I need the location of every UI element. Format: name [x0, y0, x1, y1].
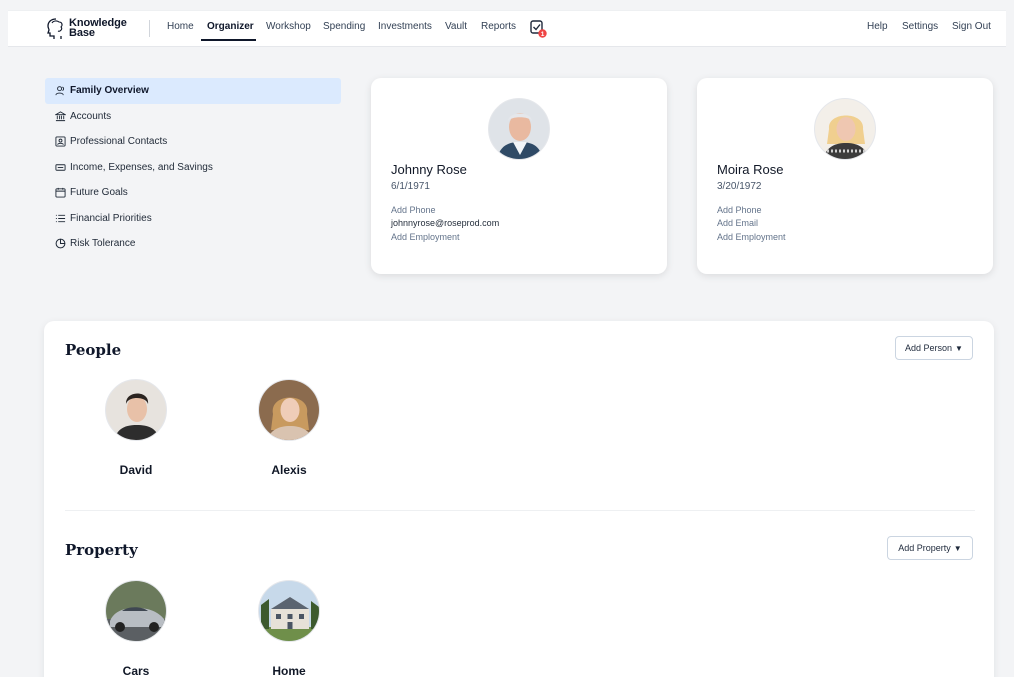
organizer-sidebar: Family Overview Accounts Professional Co… — [45, 78, 341, 257]
add-email-link[interactable]: Add Email — [717, 218, 758, 228]
property-image-cars[interactable] — [105, 580, 167, 642]
chevron-down-icon: ▼ — [955, 343, 963, 353]
contact-card-icon — [55, 136, 66, 147]
nav-settings[interactable]: Settings — [902, 21, 938, 32]
sidebar-item-future-goals[interactable]: Future Goals — [45, 180, 341, 206]
member-card-primary[interactable]: Johnny Rose 6/1/1971 Add Phone johnnyros… — [371, 78, 667, 274]
section-divider — [65, 510, 975, 511]
add-employment-link[interactable]: Add Employment — [391, 232, 460, 242]
member-name: Johnny Rose — [391, 162, 467, 177]
list-icon — [55, 214, 66, 222]
property-name-cars[interactable]: Cars — [76, 664, 196, 677]
property-name-home[interactable]: Home — [229, 664, 349, 677]
logo[interactable]: Knowledge Base — [46, 17, 146, 41]
pie-chart-icon — [55, 238, 66, 249]
top-navigation-bar: Knowledge Base Home Organizer Workshop S… — [8, 10, 1006, 47]
portrait-image — [106, 380, 166, 440]
house-photo — [259, 581, 319, 641]
add-phone-link[interactable]: Add Phone — [391, 205, 436, 215]
sidebar-item-label: Accounts — [70, 110, 112, 122]
sidebar-item-label: Future Goals — [70, 187, 128, 199]
nav-vault[interactable]: Vault — [445, 21, 467, 32]
add-person-label: Add Person — [905, 343, 953, 353]
car-photo — [106, 581, 166, 641]
people-section-title: People — [65, 341, 122, 359]
nav-divider — [149, 20, 150, 37]
sidebar-item-label: Family Overview — [70, 85, 149, 97]
avatar — [814, 98, 876, 160]
add-phone-link[interactable]: Add Phone — [717, 205, 762, 215]
nav-home[interactable]: Home — [167, 21, 194, 32]
property-image-home[interactable] — [258, 580, 320, 642]
nav-sign-out[interactable]: Sign Out — [952, 21, 991, 32]
person-avatar-alexis[interactable] — [258, 379, 320, 441]
active-tab-underline — [201, 39, 256, 41]
avatar — [488, 98, 550, 160]
calendar-icon — [55, 188, 66, 198]
people-icon — [55, 86, 64, 96]
logo-text-line2: Base — [69, 27, 95, 39]
add-person-button[interactable]: Add Person ▼ — [895, 336, 973, 360]
member-dob: 6/1/1971 — [391, 181, 430, 192]
sidebar-item-label: Risk Tolerance — [70, 238, 136, 250]
tasks-checkbox-icon[interactable]: 1 — [529, 19, 549, 39]
add-property-button[interactable]: Add Property ▼ — [887, 536, 973, 560]
nav-reports[interactable]: Reports — [481, 21, 516, 32]
chevron-down-icon: ▼ — [953, 543, 962, 553]
sidebar-item-label: Financial Priorities — [70, 212, 152, 224]
portrait-image — [489, 99, 549, 159]
person-name-david[interactable]: David — [76, 463, 196, 477]
member-dob: 3/20/1972 — [717, 181, 762, 192]
add-property-label: Add Property — [898, 543, 951, 553]
add-employment-link[interactable]: Add Employment — [717, 232, 786, 242]
sidebar-item-risk-tolerance[interactable]: Risk Tolerance — [45, 231, 341, 257]
sidebar-item-income-expenses-savings[interactable]: Income, Expenses, and Savings — [45, 155, 341, 181]
nav-spending[interactable]: Spending — [323, 21, 365, 32]
member-email[interactable]: johnnyrose@roseprod.com — [391, 218, 499, 228]
sidebar-item-financial-priorities[interactable]: Financial Priorities — [45, 206, 341, 232]
nav-help[interactable]: Help — [867, 21, 888, 32]
sidebar-item-label: Professional Contacts — [70, 136, 168, 148]
bank-icon — [55, 111, 66, 121]
sidebar-item-accounts[interactable]: Accounts — [45, 104, 341, 130]
person-name-alexis[interactable]: Alexis — [229, 463, 349, 477]
sidebar-item-family-overview[interactable]: Family Overview — [45, 78, 341, 104]
nav-workshop[interactable]: Workshop — [266, 21, 311, 32]
portrait-image — [815, 99, 875, 159]
nav-investments[interactable]: Investments — [378, 21, 432, 32]
person-avatar-david[interactable] — [105, 379, 167, 441]
sidebar-item-label: Income, Expenses, and Savings — [70, 161, 213, 173]
portrait-image — [259, 380, 319, 440]
brain-head-icon — [47, 18, 63, 39]
family-details-card: People Add Person ▼ David Alexis Propert… — [44, 321, 994, 677]
sidebar-item-professional-contacts[interactable]: Professional Contacts — [45, 129, 341, 155]
member-name: Moira Rose — [717, 162, 784, 177]
member-card-spouse[interactable]: Moira Rose 3/20/1972 Add Phone Add Email… — [697, 78, 993, 274]
task-badge-count: 1 — [541, 31, 545, 38]
property-section-title: Property — [65, 541, 138, 559]
nav-organizer[interactable]: Organizer — [207, 21, 254, 32]
cash-icon — [55, 164, 66, 171]
